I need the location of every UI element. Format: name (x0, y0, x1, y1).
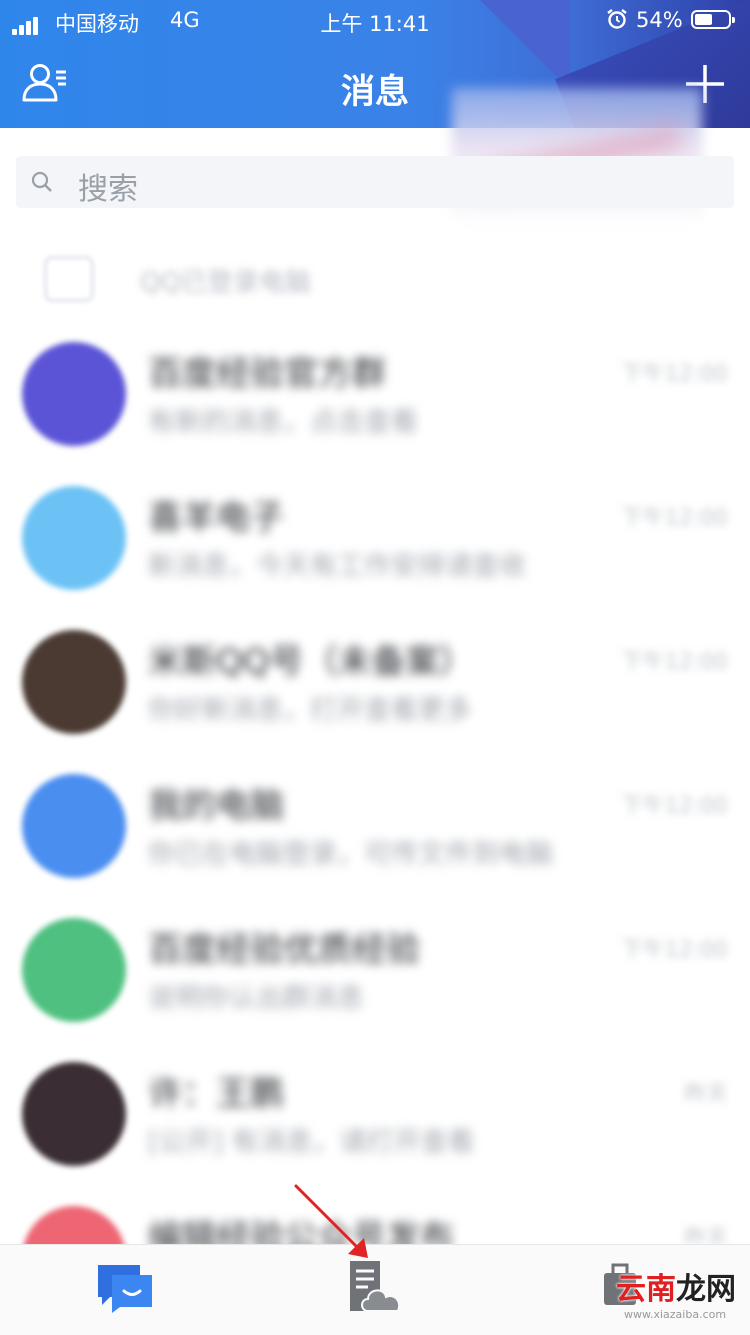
conversation-row[interactable]: 百度经验官方群有新的消息，点击查看 下午12:00 (0, 328, 750, 472)
search-icon (31, 171, 52, 192)
conversation-name: 许：王鹏 (148, 1074, 284, 1114)
conversation-name: 喜羊电子 (148, 498, 284, 538)
conversation-preview: [公开] 有消息，请打开查看 (148, 1127, 475, 1158)
conversation-list[interactable]: QQ已登录电脑 百度经验官方群 有新的消息，点击查看 下午12:00 喜羊电子 新消息，… (0, 228, 750, 1244)
conversation-row[interactable]: 百度经验优质经验说明你认出群消息 下午12:00 (0, 904, 750, 1048)
search-placeholder: 搜索 (78, 172, 138, 207)
conversation-name: 百度经验官方群 (148, 354, 386, 394)
conversation-row[interactable]: 喜羊电子新消息，今天有工作安排请查收 下午12:00 (0, 472, 750, 616)
conversation-preview: 有新的消息，点击查看 (148, 407, 418, 438)
avatar (22, 342, 126, 446)
site-watermark: 云南龙网 www.xiazaiba.com (604, 1262, 750, 1334)
conversation-preview: 新消息，今天有工作安排请查收 (148, 551, 526, 582)
battery-fill (695, 14, 713, 25)
conversation-name: 编辑经验公众号发布 (148, 1218, 454, 1244)
conversation-time: 下午12:00 (620, 506, 728, 531)
conversation-time: 昨天 (683, 1082, 728, 1107)
status-bar: 中国移动 4G 上午 11:41 54% (0, 0, 750, 40)
conversation-preview: 你好新消息，打开查看更多 (148, 695, 472, 726)
search-bar[interactable]: 搜索 (16, 156, 734, 208)
conversation-time: 下午12:00 (620, 650, 728, 675)
avatar (22, 1062, 126, 1166)
battery-icon (691, 10, 735, 29)
conversation-row[interactable]: 许：王鹏 [公开] 有消息，请打开查看 昨天 (0, 1048, 750, 1192)
watermark-logo-text: 云南龙网 (616, 1272, 736, 1307)
conversation-name: 米斯QQ号（未备案） (148, 642, 474, 682)
file-cloud-icon[interactable] (346, 1257, 404, 1315)
pinned-device-label: QQ已登录电脑 (140, 268, 311, 298)
conversation-name: 百度经验优质经验 (148, 930, 420, 970)
conversation-row[interactable]: 米斯QQ号（未备案） 你好新消息，打开查看更多 下午12:00 (0, 616, 750, 760)
pinned-device-item[interactable]: QQ已登录电脑 (0, 228, 750, 328)
avatar (22, 918, 126, 1022)
conversation-preview: 你已在电脑登录，可传文件到电脑 (148, 839, 553, 870)
battery-percentage: 54% (636, 8, 683, 32)
alarm-icon (607, 9, 627, 29)
conversation-time: 昨天 (683, 1226, 728, 1244)
avatar (22, 774, 126, 878)
conversation-row[interactable]: 我的电脑你已在电脑登录，可传文件到电脑 下午12:00 (0, 760, 750, 904)
monitor-icon (44, 256, 94, 302)
conversation-time: 下午12:00 (620, 938, 728, 963)
avatar (22, 1206, 126, 1244)
watermark-url: www.xiazaiba.com (624, 1308, 727, 1321)
avatar (22, 486, 126, 590)
conversation-name: 我的电脑 (148, 786, 284, 826)
conversation-time: 下午12:00 (620, 362, 728, 387)
chat-bubbles-icon[interactable] (96, 1259, 154, 1313)
avatar (22, 630, 126, 734)
conversation-preview: 说明你认出群消息 (148, 983, 364, 1014)
conversation-time: 下午12:00 (620, 794, 728, 819)
conversation-row[interactable]: 编辑经验公众号发布 昨天 (0, 1192, 750, 1244)
